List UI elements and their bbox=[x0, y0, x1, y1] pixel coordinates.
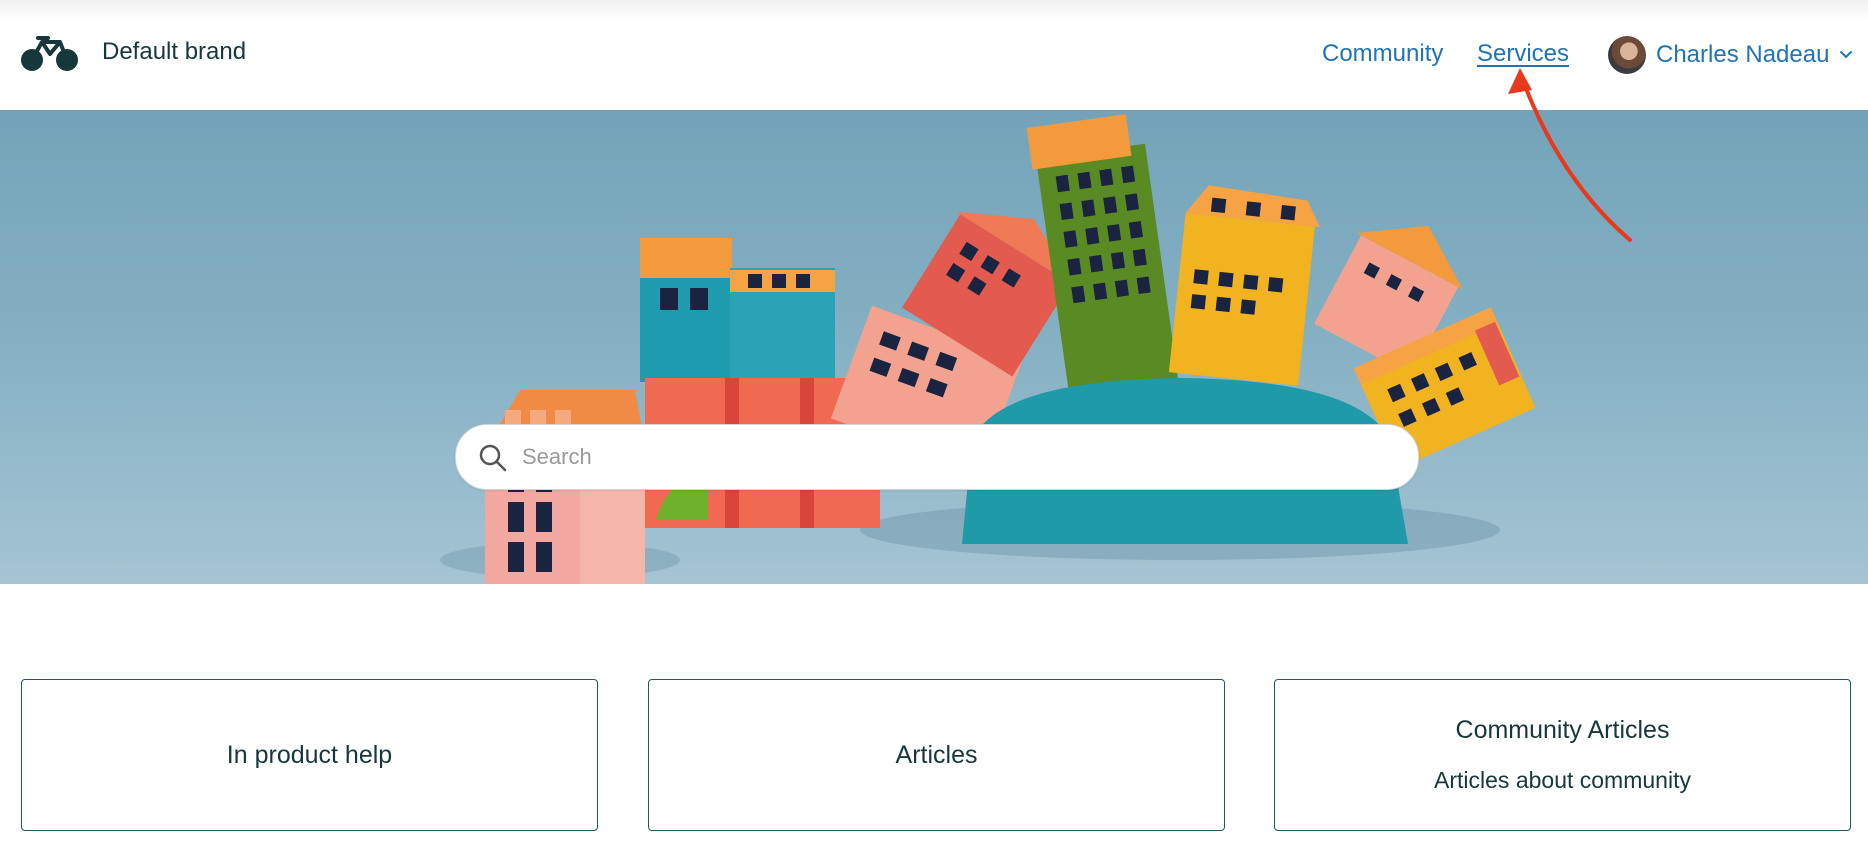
category-card-in-product-help[interactable]: In product help bbox=[21, 679, 598, 831]
bicycle-logo-icon[interactable] bbox=[20, 34, 80, 74]
search-icon bbox=[479, 444, 507, 472]
annotation-arrow-icon bbox=[1508, 68, 1632, 242]
card-title: In product help bbox=[226, 740, 393, 769]
search-box[interactable] bbox=[455, 424, 1419, 490]
search-input[interactable] bbox=[520, 433, 1384, 481]
user-name: Charles Nadeau bbox=[1656, 41, 1830, 68]
category-card-articles[interactable]: Articles bbox=[648, 679, 1225, 831]
brand-name[interactable]: Default brand bbox=[102, 38, 246, 66]
nav-link-community[interactable]: Community bbox=[1322, 40, 1443, 68]
card-description: Articles about community bbox=[1434, 767, 1691, 793]
card-title: Articles bbox=[895, 740, 978, 769]
category-card-community-articles[interactable]: Community Articles Articles about commun… bbox=[1274, 679, 1851, 831]
chevron-down-icon bbox=[1840, 51, 1853, 59]
card-title: Community Articles bbox=[1455, 716, 1670, 744]
